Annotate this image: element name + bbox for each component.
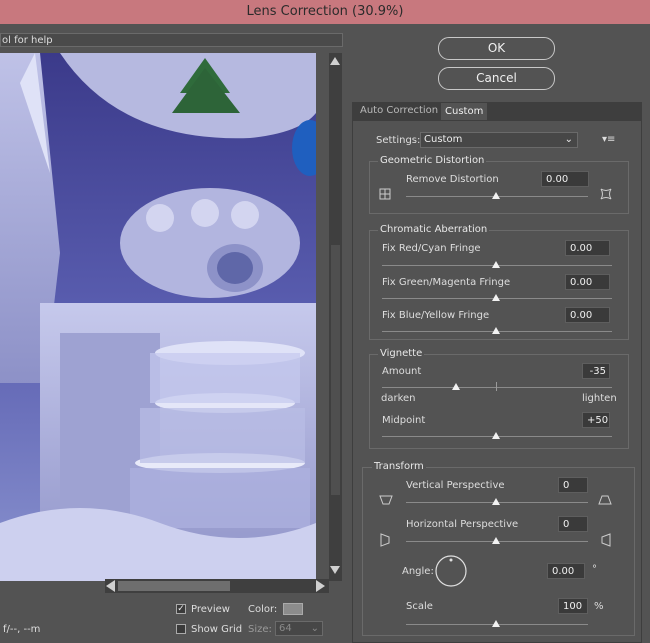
lens-status: f/--, --m (3, 624, 41, 635)
darken-label: darken (381, 393, 416, 404)
red-cyan-slider[interactable] (492, 261, 500, 268)
angle-label: Angle: (402, 566, 434, 577)
grid-size-value: 64 (279, 623, 292, 634)
angle-unit: ° (592, 564, 597, 575)
blue-yellow-slider[interactable] (492, 327, 500, 334)
angle-field[interactable]: 0.00 (547, 563, 585, 579)
pincushion-distortion-icon (600, 188, 612, 200)
red-cyan-field[interactable]: 0.00 (565, 240, 610, 256)
scale-slider[interactable] (492, 620, 500, 627)
settings-menu-icon[interactable]: ▾≡ (602, 134, 615, 145)
grid-color-swatch[interactable] (283, 603, 303, 615)
window-title: Lens Correction (30.9%) (0, 0, 650, 24)
scale-label: Scale (406, 601, 433, 612)
settings-value: Custom (424, 134, 463, 145)
green-magenta-field[interactable]: 0.00 (565, 274, 610, 290)
show-grid-label: Show Grid (191, 624, 243, 635)
horizontal-perspective-field[interactable]: 0 (558, 516, 588, 532)
tab-custom[interactable]: Custom (440, 102, 489, 120)
vignette-midpoint-slider[interactable] (492, 432, 500, 439)
blue-yellow-field[interactable]: 0.00 (565, 307, 610, 323)
vertical-perspective-field[interactable]: 0 (558, 477, 588, 493)
scroll-left-icon[interactable] (106, 580, 115, 592)
settings-select[interactable]: Custom ⌄ (420, 132, 578, 148)
image-preview[interactable] (0, 53, 316, 581)
vignette-midpoint-label: Midpoint (382, 415, 426, 426)
vignette-center-tick (496, 382, 497, 391)
chevron-down-icon: ⌄ (564, 134, 573, 145)
preview-label: Preview (191, 604, 230, 615)
transform-title: Transform (372, 461, 426, 472)
chromatic-aberration-title: Chromatic Aberration (378, 224, 490, 235)
green-magenta-slider[interactable] (492, 294, 500, 301)
horizontal-perspective-left-icon (379, 533, 391, 547)
green-magenta-label: Fix Green/Magenta Fringe (382, 277, 511, 288)
color-label: Color: (248, 604, 278, 615)
chevron-down-icon: ⌄ (310, 623, 319, 634)
remove-distortion-slider[interactable] (492, 192, 500, 199)
lighten-label: lighten (582, 393, 617, 404)
geometric-distortion-group (369, 161, 629, 214)
tab-auto-correction[interactable]: Auto Correction (356, 102, 442, 120)
ok-button[interactable]: OK (438, 37, 555, 60)
size-label: Size: (248, 624, 272, 635)
settings-label: Settings: (376, 135, 421, 146)
horizontal-scroll-thumb[interactable] (118, 581, 230, 591)
vignette-midpoint-field[interactable]: +50 (582, 412, 610, 428)
hint-text: ol for help (0, 33, 343, 47)
vignette-amount-label: Amount (382, 366, 422, 377)
cancel-button[interactable]: Cancel (438, 67, 555, 90)
vertical-perspective-left-icon (379, 494, 393, 506)
scroll-right-icon[interactable] (316, 580, 325, 592)
vignette-amount-slider[interactable] (452, 383, 460, 390)
geometric-distortion-title: Geometric Distortion (378, 155, 487, 166)
vertical-perspective-label: Vertical Perspective (406, 480, 505, 491)
horizontal-perspective-label: Horizontal Perspective (406, 519, 519, 530)
vertical-perspective-slider[interactable] (492, 498, 500, 505)
scroll-up-icon[interactable] (330, 57, 340, 65)
barrel-distortion-icon (379, 188, 391, 200)
vignette-amount-field[interactable]: -35 (582, 363, 610, 379)
remove-distortion-label: Remove Distortion (406, 174, 499, 185)
vertical-perspective-right-icon (598, 494, 612, 506)
scroll-down-icon[interactable] (330, 566, 340, 574)
vignette-title: Vignette (378, 348, 425, 359)
horizontal-perspective-slider[interactable] (492, 537, 500, 544)
remove-distortion-field[interactable]: 0.00 (541, 171, 589, 187)
preview-checkbox[interactable]: ✓ (176, 604, 186, 614)
blue-yellow-label: Fix Blue/Yellow Fringe (382, 310, 490, 321)
show-grid-checkbox[interactable] (176, 624, 186, 634)
angle-dial[interactable] (434, 554, 468, 588)
vignette-amount-track[interactable] (382, 387, 612, 388)
red-cyan-label: Fix Red/Cyan Fringe (382, 243, 481, 254)
horizontal-perspective-right-icon (600, 533, 612, 547)
grid-size-select[interactable]: 64 ⌄ (275, 621, 323, 636)
scale-unit: % (594, 601, 604, 612)
scale-field[interactable]: 100 (558, 598, 588, 614)
vertical-scroll-thumb[interactable] (331, 245, 340, 495)
